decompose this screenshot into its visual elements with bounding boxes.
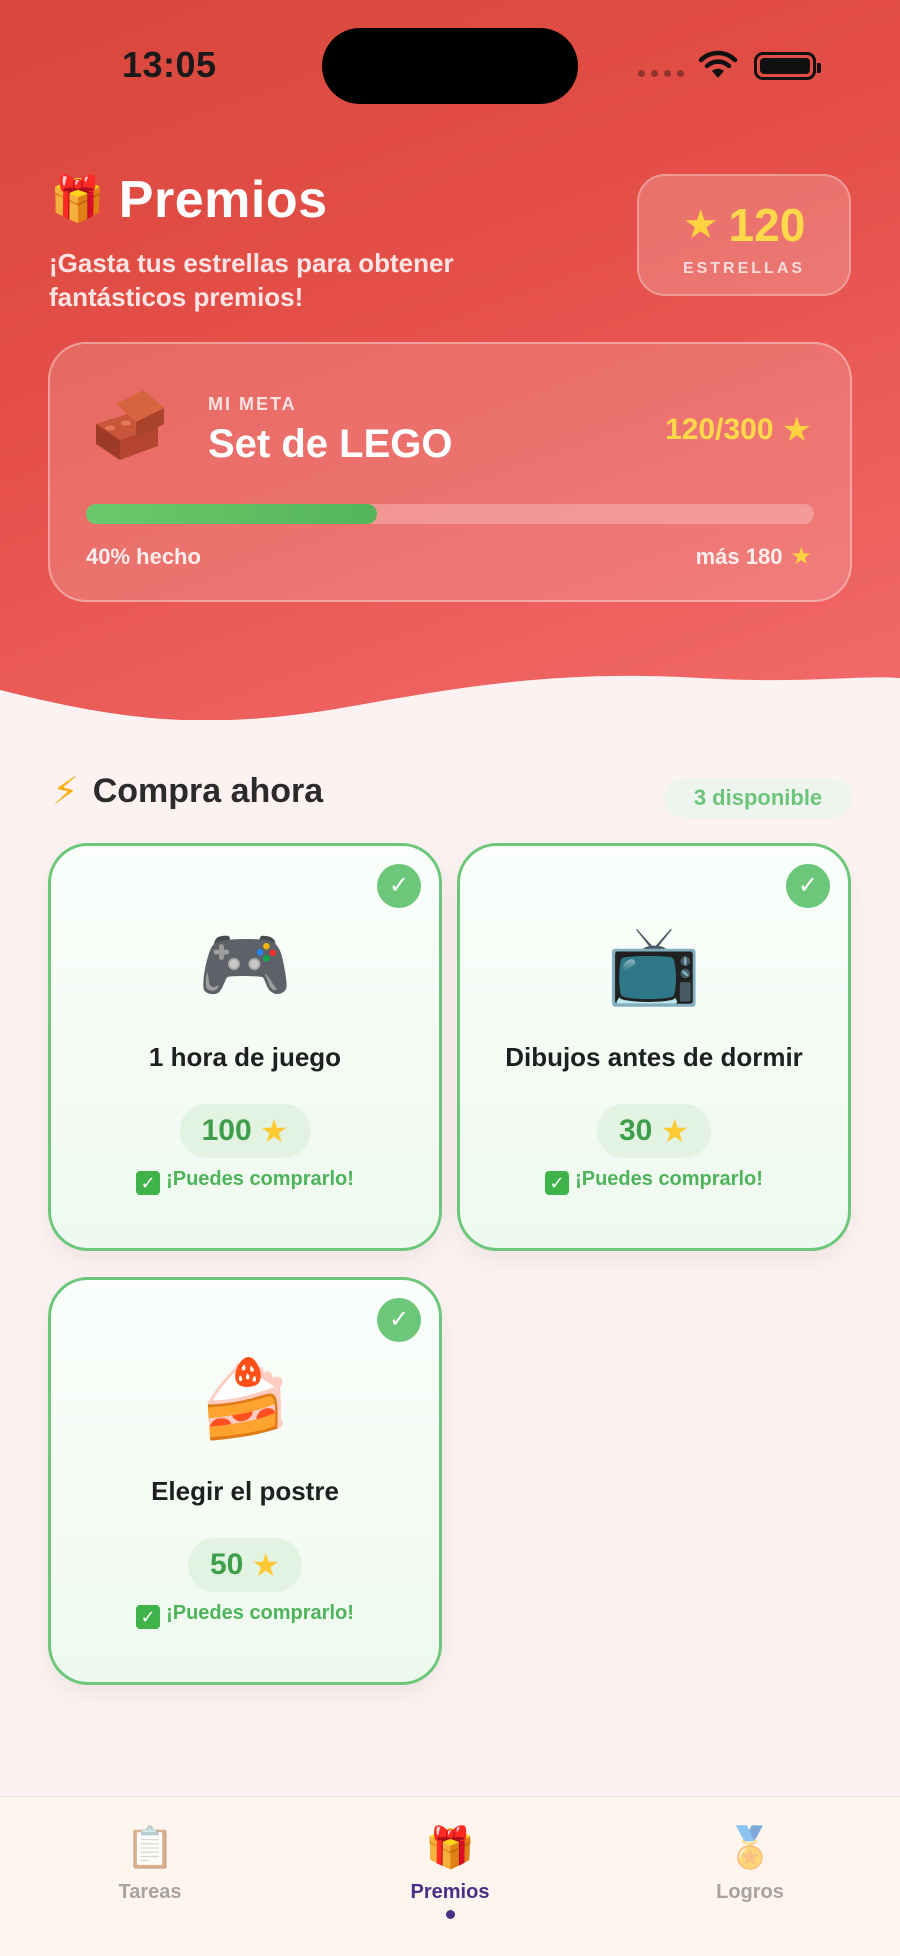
- star-icon: ★: [781, 411, 812, 449]
- page-header: 🎁 Premios: [50, 170, 328, 230]
- reward-status: ✓ ¡Puedes comprarlo!: [51, 1602, 439, 1629]
- checkbox-icon: ✓: [136, 1171, 161, 1195]
- check-icon: ✓: [377, 1298, 421, 1342]
- star-icon: ★: [682, 203, 719, 247]
- star-icon: ★: [251, 1547, 281, 1583]
- gamepad-icon: 🎮: [197, 923, 293, 1008]
- reward-status: ✓ ¡Puedes comprarlo!: [460, 1168, 848, 1195]
- gift-icon: 🎁: [50, 175, 105, 224]
- check-icon: ✓: [786, 864, 830, 908]
- reward-price-value: 50: [209, 1548, 244, 1581]
- page-title: Premios: [118, 171, 328, 229]
- section-title: Compra ahora: [92, 772, 324, 810]
- goal-progress-value: 120/300: [665, 413, 774, 446]
- check-icon: ✓: [377, 864, 421, 908]
- cake-icon: 🍰: [197, 1357, 293, 1442]
- stars-label: ESTRELLAS: [682, 260, 806, 277]
- star-icon: ★: [790, 543, 812, 570]
- section-header: ⚡ Compra ahora: [52, 772, 323, 811]
- reward-price-value: 30: [618, 1114, 653, 1147]
- tab-tareas[interactable]: 📋 Tareas: [70, 1823, 230, 1904]
- tab-bar: 📋 Tareas 🎁 Premios 🏅 Logros: [0, 1796, 900, 1956]
- reward-card[interactable]: ✓ 🍰 Elegir el postre 50 ★ ✓ ¡Puedes compr…: [48, 1277, 442, 1685]
- reward-price-value: 100: [201, 1114, 252, 1147]
- star-icon: ★: [660, 1113, 690, 1149]
- goal-name: Set de LEGO: [208, 422, 453, 466]
- tv-icon: 📺: [606, 923, 702, 1008]
- tab-premios[interactable]: 🎁 Premios: [370, 1823, 530, 1919]
- header-wave: [0, 675, 900, 740]
- reward-name: Dibujos antes de dormir: [505, 1042, 803, 1072]
- available-badge: 3 disponible: [664, 778, 852, 818]
- signal-icon: [638, 70, 684, 77]
- goal-progress-bar: [86, 504, 814, 524]
- goal-label: MI META: [208, 394, 297, 414]
- tab-label: Logros: [716, 1881, 784, 1903]
- stars-balance: ★ 120 ESTRELLAS: [637, 174, 851, 296]
- reward-status: ✓ ¡Puedes comprarlo!: [51, 1168, 439, 1195]
- reward-status-text: ¡Puedes comprarlo!: [575, 1168, 763, 1190]
- reward-name: 1 hora de juego: [148, 1042, 342, 1072]
- status-time: 13:05: [122, 44, 217, 85]
- reward-card[interactable]: ✓ 📺 Dibujos antes de dormir 30 ★ ✓ ¡Puede…: [457, 843, 851, 1251]
- dynamic-island: [322, 28, 578, 104]
- goal-progress-fill: [86, 504, 378, 524]
- gift-icon: 🎁: [425, 1826, 475, 1870]
- reward-status-text: ¡Puedes comprarlo!: [166, 1168, 354, 1190]
- medal-icon: 🏅: [725, 1826, 775, 1870]
- tab-label: Tareas: [118, 1881, 182, 1903]
- tab-logros[interactable]: 🏅 Logros: [670, 1823, 830, 1904]
- tab-label: Premios: [410, 1881, 490, 1903]
- bricks-icon: [96, 390, 164, 460]
- checkbox-icon: ✓: [545, 1171, 570, 1195]
- reward-price: 100 ★: [179, 1104, 311, 1158]
- goal-progress: 120/300 ★: [665, 410, 812, 450]
- reward-price: 50 ★: [187, 1538, 303, 1592]
- goal-remaining-text: más 180: [695, 543, 783, 569]
- clipboard-icon: 📋: [125, 1826, 175, 1870]
- goal-remaining: más 180 ★: [696, 542, 812, 571]
- stars-count: 120: [728, 199, 806, 251]
- page-subtitle: ¡Gasta tus estrellas para obtener fantás…: [49, 248, 454, 312]
- reward-status-text: ¡Puedes comprarlo!: [166, 1602, 354, 1624]
- status-bar: 13:05: [0, 0, 900, 130]
- lightning-icon: ⚡: [52, 770, 79, 813]
- wifi-icon: [698, 50, 738, 78]
- goal-card[interactable]: MI META Set de LEGO 120/300 ★ 40% hecho …: [48, 342, 852, 602]
- goal-done-text: 40% hecho: [86, 544, 201, 569]
- reward-card[interactable]: ✓ 🎮 1 hora de juego 100 ★ ✓ ¡Puedes compr…: [48, 843, 442, 1251]
- active-indicator: [445, 1910, 455, 1919]
- checkbox-icon: ✓: [136, 1605, 161, 1629]
- reward-name: Elegir el postre: [151, 1476, 339, 1506]
- battery-icon: [754, 52, 821, 80]
- star-icon: ★: [259, 1113, 289, 1149]
- reward-price: 30 ★: [596, 1104, 712, 1158]
